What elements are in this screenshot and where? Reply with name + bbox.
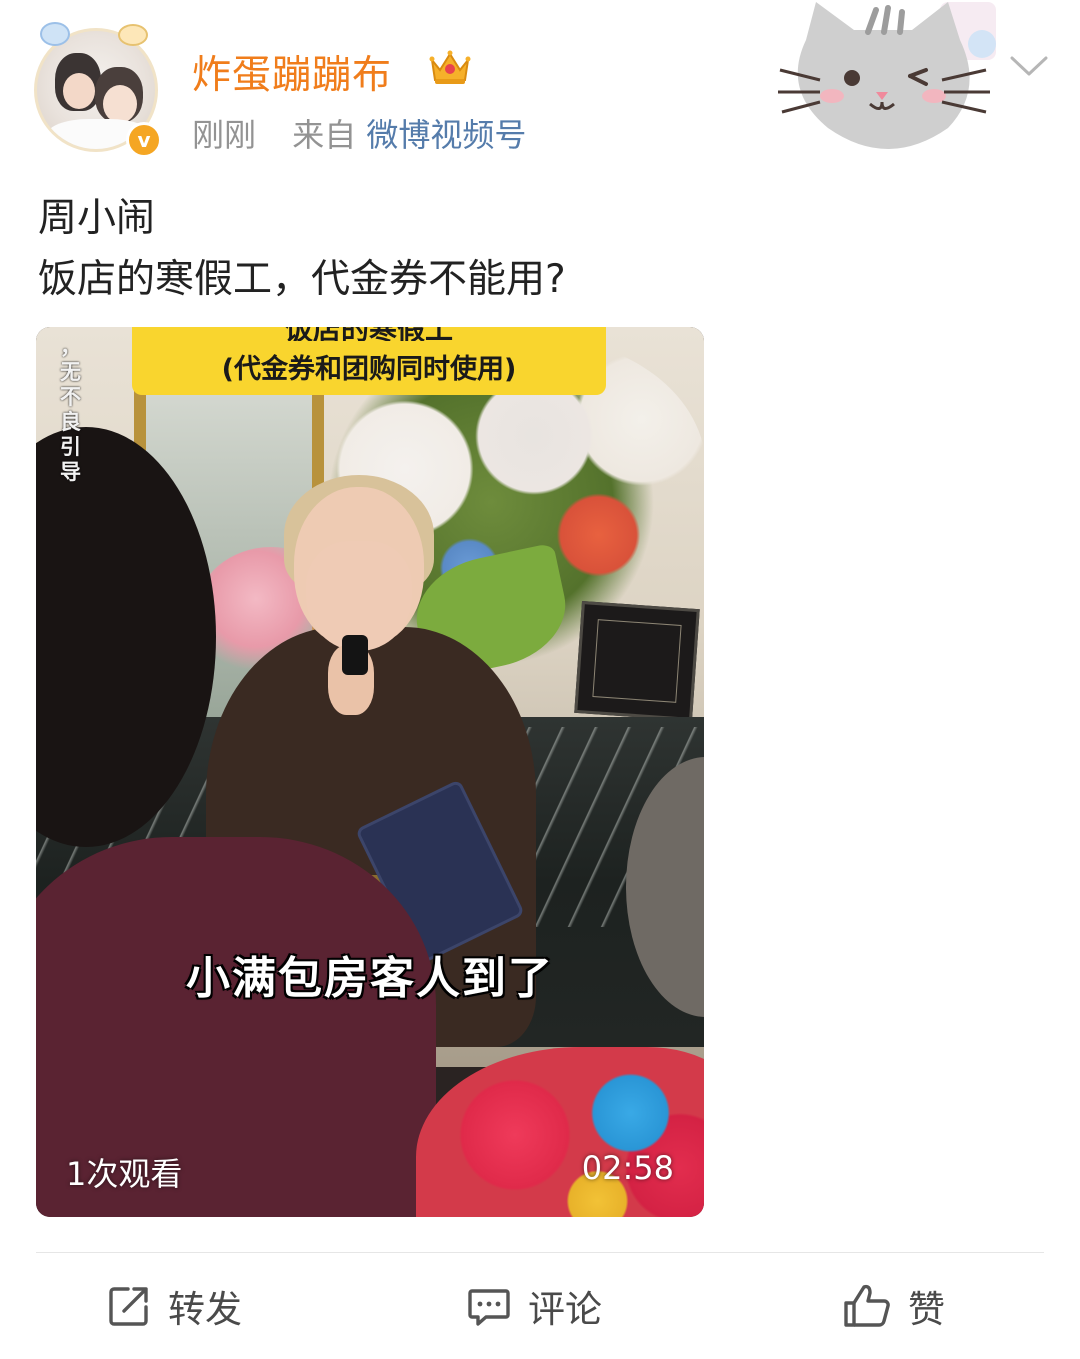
- comment-button[interactable]: 评论: [466, 1281, 602, 1331]
- post-meta: 刚刚 来自 微博视频号: [192, 110, 526, 156]
- video-subtitle: 小满包房客人到了: [186, 953, 554, 1004]
- forward-label: 转发: [168, 1288, 242, 1331]
- like-button[interactable]: 赞: [842, 1281, 945, 1331]
- video-caption-subtitle: (代金券和团购同时使用): [221, 354, 517, 385]
- forward-button[interactable]: 转发: [106, 1281, 242, 1331]
- video-thumbnail: [36, 327, 704, 1217]
- avatar[interactable]: v: [34, 22, 162, 160]
- source-prefix: 来自: [292, 116, 357, 154]
- video-player[interactable]: 饭店的寒假工 (代金券和团购同时使用) ，无不良引导 小满包房客人到了 1次观看…: [36, 327, 704, 1217]
- chevron-down-icon[interactable]: [1006, 50, 1052, 82]
- post-header: v 炸蛋蹦蹦布 刚刚 来自 微博视频号: [0, 0, 1080, 170]
- action-bar: 转发 评论 赞: [0, 1253, 1080, 1359]
- comment-label: 评论: [528, 1288, 602, 1331]
- post-text-line: 周小闹: [38, 196, 156, 241]
- source-link[interactable]: 微博视频号: [366, 116, 526, 154]
- post-text-line: 饭店的寒假工，代金券不能用?: [38, 257, 566, 302]
- video-duration: 02:58: [581, 1149, 674, 1187]
- comment-icon: [468, 1289, 510, 1326]
- crown-icon: [429, 50, 471, 84]
- avatar-frame-decoration: [40, 22, 70, 46]
- avatar-frame-decoration: [118, 24, 148, 46]
- cat-sticker-icon: [778, 2, 996, 149]
- post-time: 刚刚: [192, 116, 257, 154]
- like-label: 赞: [908, 1288, 945, 1331]
- share-icon: [109, 1287, 148, 1326]
- video-side-note: ，无不良引导: [60, 335, 81, 484]
- verified-badge-icon: v: [126, 122, 162, 158]
- video-caption-title: 饭店的寒假工: [132, 327, 606, 341]
- post-text: 周小闹 饭店的寒假工，代金券不能用?: [38, 188, 566, 310]
- thumbs-up-icon: [844, 1284, 890, 1327]
- author-name[interactable]: 炸蛋蹦蹦布: [192, 44, 392, 100]
- view-count: 1次观看: [66, 1155, 183, 1193]
